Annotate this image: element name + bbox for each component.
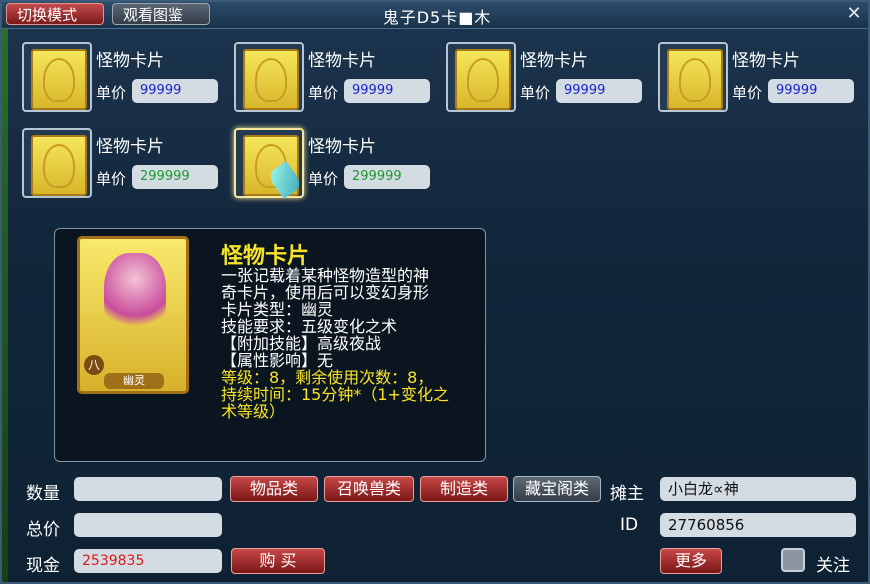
cash-label: 现金 xyxy=(26,556,60,576)
item-name: 怪物卡片 xyxy=(96,51,164,71)
card-type-label: 幽灵 xyxy=(104,373,164,389)
price-label: 单价 xyxy=(96,170,127,188)
item-name: 怪物卡片 xyxy=(520,51,588,71)
monster-card-icon xyxy=(667,49,723,110)
item-thumbnail[interactable] xyxy=(446,42,516,112)
detail-line: 奇卡片，使用后可以变幻身形 xyxy=(221,283,430,302)
price-label: 单价 xyxy=(308,84,339,102)
item-thumbnail[interactable] xyxy=(234,128,304,200)
detail-stat-line: 持续时间：15分钟*（1+变化之 xyxy=(221,385,449,404)
monster-card-icon xyxy=(31,135,87,196)
item-thumbnail[interactable] xyxy=(234,42,304,112)
category-summon-button[interactable]: 召唤兽类 xyxy=(324,476,414,502)
item-slot[interactable]: 怪物卡片 单价 99999 xyxy=(234,40,444,118)
ghost-figure-icon xyxy=(104,253,166,339)
price-value: 99999 xyxy=(556,79,642,103)
background-edge xyxy=(2,28,8,582)
monster-card-image: 八 幽灵 xyxy=(77,236,189,394)
more-button[interactable]: 更多 xyxy=(660,548,722,574)
detail-stat-line: 等级：8，剩余使用次数：8， xyxy=(221,368,434,387)
stall-window: 切换模式 观看图鉴 鬼子D5卡■木 ✕ 怪物卡片 单价 99999 怪物卡片 单… xyxy=(0,0,870,584)
price-label: 单价 xyxy=(308,170,339,188)
item-slot[interactable]: 怪物卡片 单价 299999 xyxy=(22,126,232,204)
price-label: 单价 xyxy=(732,84,763,102)
follow-checkbox[interactable] xyxy=(781,548,805,572)
price-value: 299999 xyxy=(344,165,430,189)
item-slot-selected[interactable]: 怪物卡片 单价 299999 xyxy=(234,126,444,204)
price-value: 99999 xyxy=(132,79,218,103)
detail-description: 一张记载着某种怪物造型的神 奇卡片，使用后可以变幻身形 卡片类型：幽灵 技能要求… xyxy=(221,267,483,420)
monster-card-icon xyxy=(243,135,304,200)
id-label: ID xyxy=(620,515,639,535)
total-price-field xyxy=(74,513,222,537)
item-thumbnail[interactable] xyxy=(22,128,92,198)
title-bar: 切换模式 观看图鉴 鬼子D5卡■木 ✕ xyxy=(2,2,868,29)
follow-label: 关注 xyxy=(816,556,850,576)
category-craft-button[interactable]: 制造类 xyxy=(420,476,508,502)
owner-id-field: 27760856 xyxy=(660,513,856,537)
owner-name-field: 小白龙∝神 xyxy=(660,477,856,501)
price-value: 299999 xyxy=(132,165,218,189)
close-icon[interactable]: ✕ xyxy=(844,4,864,24)
price-label: 单价 xyxy=(520,84,551,102)
monster-card-icon xyxy=(31,49,87,110)
item-slot[interactable]: 怪物卡片 单价 99999 xyxy=(658,40,868,118)
buy-button[interactable]: 购 买 xyxy=(231,548,325,574)
window-title: 鬼子D5卡■木 xyxy=(382,8,492,27)
owner-label: 摊主 xyxy=(610,484,644,504)
detail-line: 卡片类型：幽灵 xyxy=(221,300,334,319)
item-detail-panel: 八 幽灵 怪物卡片 一张记载着某种怪物造型的神 奇卡片，使用后可以变幻身形 卡片… xyxy=(54,228,486,462)
detail-line: 【附加技能】高级夜战 xyxy=(221,334,382,353)
quantity-label: 数量 xyxy=(26,484,60,504)
item-slot[interactable]: 怪物卡片 单价 99999 xyxy=(22,40,232,118)
category-goods-button[interactable]: 物品类 xyxy=(230,476,318,502)
detail-line: 技能要求：五级变化之术 xyxy=(221,317,398,336)
category-treasure-button[interactable]: 藏宝阁类 xyxy=(513,476,601,502)
detail-stat-line: 术等级） xyxy=(221,402,286,421)
item-name: 怪物卡片 xyxy=(96,137,164,157)
monster-card-icon xyxy=(243,49,299,110)
price-value: 99999 xyxy=(344,79,430,103)
detail-line: 【属性影响】无 xyxy=(221,351,334,370)
quantity-input[interactable] xyxy=(74,477,222,501)
item-thumbnail[interactable] xyxy=(658,42,728,112)
item-name: 怪物卡片 xyxy=(308,51,376,71)
item-name: 怪物卡片 xyxy=(732,51,800,71)
price-label: 单价 xyxy=(96,84,127,102)
detail-line: 一张记载着某种怪物造型的神 xyxy=(221,266,430,285)
item-name: 怪物卡片 xyxy=(308,137,376,157)
price-value: 99999 xyxy=(768,79,854,103)
item-slot[interactable]: 怪物卡片 单价 99999 xyxy=(446,40,656,118)
total-price-label: 总价 xyxy=(26,520,60,540)
cash-field: 2539835 xyxy=(74,549,222,573)
item-thumbnail[interactable] xyxy=(22,42,92,112)
card-grade-badge: 八 xyxy=(84,355,104,375)
monster-card-icon xyxy=(455,49,511,110)
